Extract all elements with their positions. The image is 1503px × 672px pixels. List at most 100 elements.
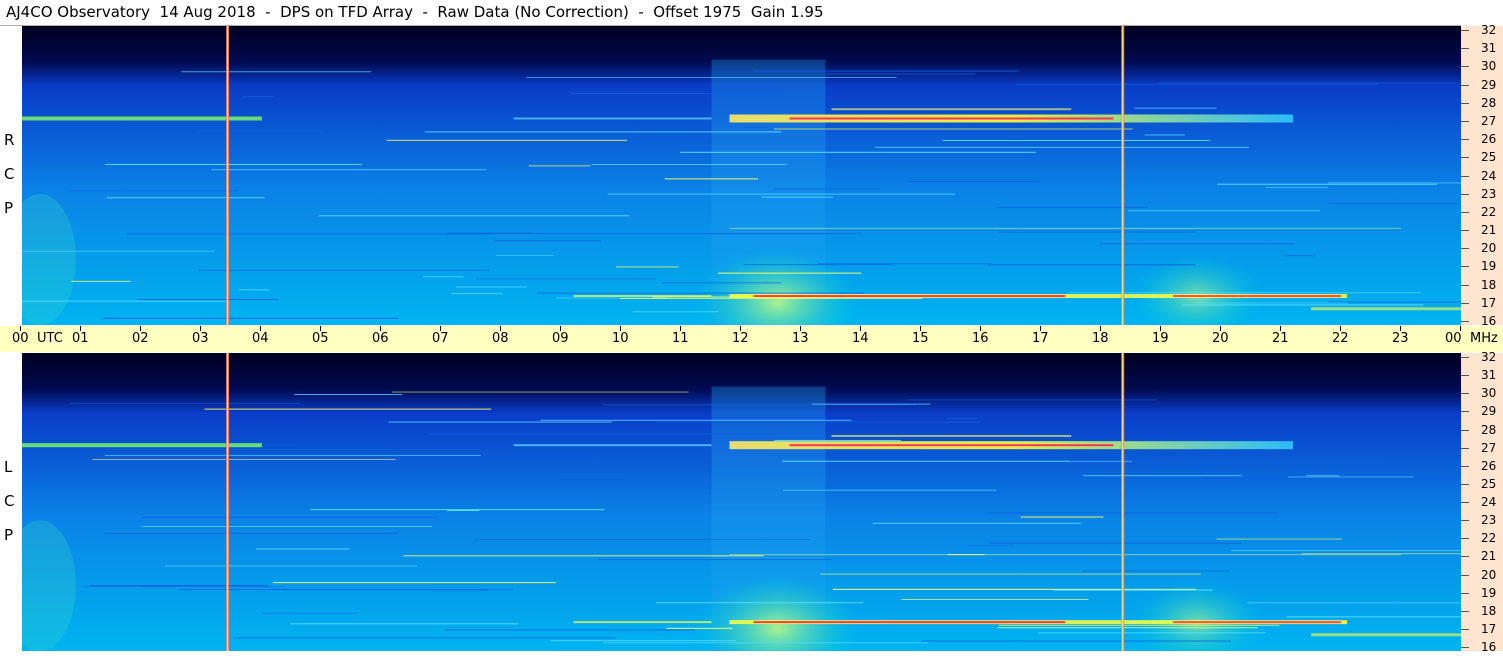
interference-line [1283, 255, 1317, 257]
band-21mhz [729, 554, 1402, 556]
freq-tick-label: 25 [1481, 150, 1497, 164]
interference-line [1286, 616, 1461, 618]
rcp-letter-r: R [4, 131, 15, 149]
interference-line [718, 272, 862, 274]
time-tick-label: 03 [192, 331, 209, 346]
interference-line [1181, 304, 1424, 306]
utc-label: UTC [37, 331, 63, 346]
interference-line [1144, 134, 1186, 136]
rcp-spectrogram-svg [22, 26, 1461, 325]
lcp-frequency-axis: 32 31 30 29 28 27 26 25 24 23 22 21 20 19 18 17 16 [1461, 350, 1503, 654]
interference-line [1193, 302, 1348, 304]
band-17mhz-late [1311, 307, 1461, 311]
interference-line [1288, 476, 1414, 478]
interference-line [942, 140, 1210, 142]
freq-tick-label: 24 [1481, 169, 1497, 183]
interference-line [661, 282, 782, 284]
interference-line [101, 317, 399, 319]
freq-tick [1461, 212, 1469, 213]
time-tick-label: 20 [1212, 331, 1229, 346]
interference-line [875, 146, 1249, 148]
rcp-spectrogram [22, 26, 1461, 325]
interference-line [496, 254, 554, 256]
lcp-letter-c: C [4, 492, 15, 510]
freq-tick-label: 17 [1481, 296, 1497, 310]
freq-tick [1461, 194, 1469, 195]
interference-line [1134, 107, 1217, 109]
interference-line [967, 544, 1015, 546]
freq-tick-label: 32 [1481, 23, 1497, 37]
interference-line [1099, 243, 1296, 245]
time-tick-label: 16 [972, 331, 989, 346]
interference-line [598, 559, 832, 561]
band-17mhz-late [1311, 633, 1461, 637]
freq-tick [1461, 66, 1469, 67]
freq-tick-label: 18 [1481, 604, 1497, 618]
interference-line [242, 96, 274, 98]
interference-line [403, 555, 764, 557]
interference-line [204, 408, 492, 410]
time-tick-label: 17 [1032, 331, 1049, 346]
freq-tick-label: 20 [1481, 568, 1497, 582]
interference-line [1020, 516, 1104, 518]
interference-line [104, 454, 481, 456]
time-tick-label: 11 [672, 331, 689, 346]
band-17mhz-peak [753, 621, 1066, 624]
interference-line [908, 181, 1040, 183]
freq-tick [1461, 629, 1469, 630]
band-27mhz-upper [831, 434, 1072, 437]
freq-tick-label: 28 [1481, 96, 1497, 110]
interference-line [570, 93, 780, 95]
time-tick-label: 04 [252, 331, 269, 346]
time-tick-label: 08 [492, 331, 509, 346]
freq-tick-label: 30 [1481, 59, 1497, 73]
band-27mhz-early [22, 116, 262, 121]
freq-tick-label: 29 [1481, 78, 1497, 92]
interference-line [536, 292, 864, 294]
interference-line [872, 522, 1082, 524]
interference-line [1069, 460, 1386, 462]
time-axis-bar: 00 01 02 03 04 05 06 07 08 09 10 11 12 13 14 15 16 17 18 19… [0, 326, 1503, 352]
freq-tick [1461, 357, 1469, 358]
freq-tick [1461, 502, 1469, 503]
interference-line [1053, 589, 1213, 591]
freq-tick [1461, 121, 1469, 122]
interference-line [92, 458, 396, 460]
interference-line [290, 623, 519, 625]
chart-title: AJ4CO Observatory 14 Aug 2018 - DPS on T… [6, 3, 824, 21]
interference-line [474, 538, 811, 540]
freq-tick [1461, 411, 1469, 412]
interference-line [774, 439, 902, 441]
interference-line [1217, 183, 1438, 185]
interference-line [773, 188, 881, 190]
lcp-letter-l: L [4, 458, 13, 476]
interference-line [1328, 202, 1461, 204]
freq-tick-label: 16 [1481, 314, 1497, 328]
band-17mhz-peak [753, 295, 1066, 298]
freq-tick-label: 29 [1481, 404, 1497, 418]
interference-line [22, 300, 228, 302]
interference-line [318, 215, 630, 217]
freq-tick [1461, 430, 1469, 431]
interference-line [310, 509, 605, 511]
interference-line [680, 151, 1037, 153]
vertical-spike-core [1122, 26, 1124, 325]
interference-line [68, 190, 239, 192]
freq-tick [1461, 593, 1469, 594]
interference-line [655, 421, 981, 423]
interference-line [211, 169, 487, 171]
interference-line [71, 280, 131, 282]
freq-tick-label: 19 [1481, 259, 1497, 273]
interference-line [142, 516, 438, 518]
interference-line [427, 433, 776, 435]
interference-line [557, 479, 625, 481]
freq-tick-label: 31 [1481, 41, 1497, 55]
time-tick-label: 13 [792, 331, 809, 346]
time-tick-label: 21 [1272, 331, 1289, 346]
band-27mhz-mid [513, 117, 712, 120]
interference-line [1156, 82, 1456, 84]
interference-line [989, 542, 1242, 544]
interference-line [456, 286, 527, 288]
interference-line [820, 573, 1201, 575]
interference-line [239, 289, 270, 291]
